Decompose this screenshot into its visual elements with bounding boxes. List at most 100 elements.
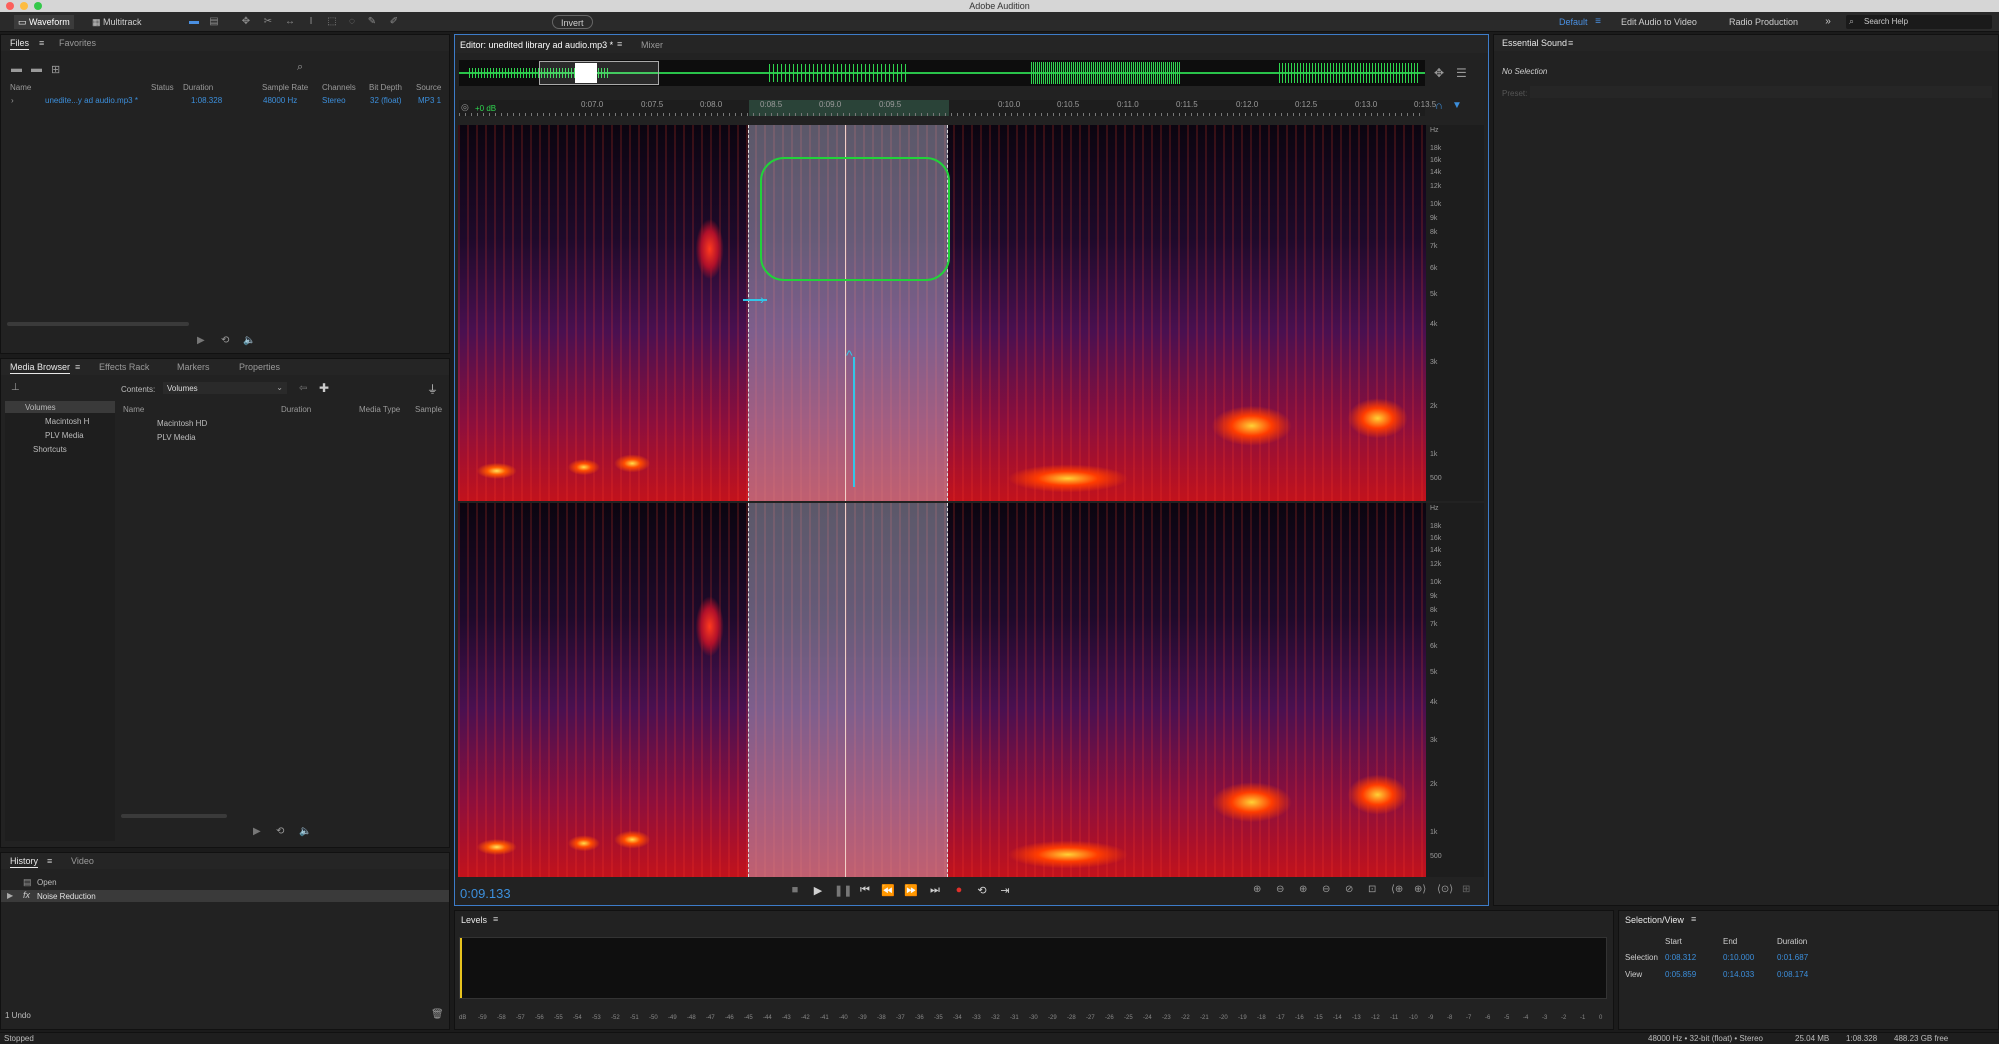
list-item[interactable]: Macintosh HD xyxy=(121,417,441,429)
invert-button[interactable]: Invert xyxy=(552,15,593,29)
stop-icon[interactable]: ■ xyxy=(788,884,802,896)
zoom-fit-icon[interactable]: ✥ xyxy=(1434,66,1444,80)
overview-options-icon[interactable]: ☰ xyxy=(1456,66,1467,80)
time-selection-tool-icon[interactable]: I xyxy=(305,16,317,28)
shortcut-icon[interactable]: ⊥ xyxy=(11,382,20,393)
multitrack-mode-button[interactable]: ▦ Multitrack xyxy=(88,15,146,29)
expand-chevron-icon[interactable]: › xyxy=(11,96,14,105)
tab-properties[interactable]: Properties xyxy=(239,361,280,373)
col-sample-rate[interactable]: Sample Rate xyxy=(262,83,308,92)
preset-dropdown[interactable] xyxy=(1530,86,1992,98)
history-item-noise-reduction[interactable]: ▶ fx Noise Reduction xyxy=(1,890,449,902)
selection-duration[interactable]: 0:01.687 xyxy=(1777,953,1808,962)
waveform-mode-button[interactable]: ▭ Waveform xyxy=(14,15,74,29)
zoom-in-amplitude-icon[interactable]: ⊕ xyxy=(1253,884,1261,895)
panel-menu-icon[interactable]: ≡ xyxy=(1691,914,1696,924)
skip-to-end-icon[interactable]: ⏭ xyxy=(928,884,942,897)
current-time[interactable]: 0:09.133 xyxy=(460,886,511,901)
panel-menu-icon[interactable]: ≡ xyxy=(617,38,622,50)
tree-item-volumes[interactable]: Volumes xyxy=(5,401,115,413)
tab-media-browser[interactable]: Media Browser xyxy=(10,361,71,374)
tab-favorites[interactable]: Favorites xyxy=(59,37,96,49)
fast-forward-icon[interactable]: ⏩ xyxy=(904,884,918,897)
col-sample[interactable]: Sample xyxy=(415,405,442,414)
auto-play-icon[interactable]: 🔈 xyxy=(243,335,255,346)
zoom-reset-icon[interactable]: ⊞ xyxy=(1462,884,1470,895)
loop-preview-icon[interactable]: ⟲ xyxy=(221,335,229,346)
tree-item-macintosh[interactable]: Macintosh H xyxy=(5,415,115,427)
col-media-type[interactable]: Media Type xyxy=(359,405,400,414)
new-file-icon[interactable]: ⊞ xyxy=(51,63,60,76)
snap-magnet-icon[interactable]: ∩ xyxy=(1435,100,1443,112)
spot-healing-tool-icon[interactable]: ✐ xyxy=(388,16,400,28)
minimize-window-icon[interactable] xyxy=(20,2,28,10)
spectral-selection[interactable] xyxy=(748,503,948,877)
workspace-radio-production[interactable]: Radio Production xyxy=(1725,15,1802,29)
volume-value[interactable]: +0 dB xyxy=(475,104,496,113)
brush-tool-icon[interactable]: ✎ xyxy=(366,16,378,28)
col-name[interactable]: Name xyxy=(123,405,144,414)
trash-icon[interactable]: 🗑 xyxy=(431,1009,444,1020)
razor-tool-icon[interactable]: ✂ xyxy=(262,16,274,28)
panel-menu-icon[interactable]: ≡ xyxy=(47,855,52,867)
open-file-icon[interactable]: ▬ xyxy=(11,63,22,75)
import-file-icon[interactable]: ▬ xyxy=(31,63,42,75)
col-channels[interactable]: Channels xyxy=(322,83,356,92)
panel-menu-icon[interactable]: ≡ xyxy=(1568,37,1573,49)
horizontal-scrollbar[interactable] xyxy=(7,322,189,326)
play-preview-icon[interactable]: ▶ xyxy=(253,826,261,837)
zoom-in-left-icon[interactable]: ⟨⊕ xyxy=(1391,884,1403,895)
history-item-open[interactable]: ▤ Open xyxy=(1,876,449,888)
zoom-frequency-icon[interactable]: ⟨⊙⟩ xyxy=(1437,884,1453,895)
contents-dropdown[interactable]: Volumes ⌄ xyxy=(163,382,287,394)
tab-files[interactable]: Files xyxy=(10,37,30,50)
col-bit-depth[interactable]: Bit Depth xyxy=(369,83,402,92)
search-icon[interactable]: ⌕ xyxy=(297,61,303,74)
overview-view-range[interactable] xyxy=(539,61,659,85)
marquee-tool-icon[interactable]: ⬚ xyxy=(326,16,338,28)
view-duration[interactable]: 0:08.174 xyxy=(1777,970,1808,979)
view-end[interactable]: 0:14.033 xyxy=(1723,970,1754,979)
record-icon[interactable]: ● xyxy=(952,884,966,896)
lasso-tool-icon[interactable]: ◌ xyxy=(346,16,358,28)
col-source[interactable]: Source xyxy=(416,83,441,92)
pause-icon[interactable]: ❚❚ xyxy=(834,884,852,897)
time-ruler[interactable]: ◎ +0 dB 0:07.0 0:07.5 0:08.0 0:08.5 0:09… xyxy=(459,100,1436,116)
tab-history[interactable]: History xyxy=(10,855,39,868)
more-workspaces-icon[interactable]: » xyxy=(1822,16,1834,28)
panel-menu-icon[interactable]: ≡ xyxy=(39,37,44,49)
tree-item-plv-media[interactable]: PLV Media xyxy=(5,429,115,441)
loop-preview-icon[interactable]: ⟲ xyxy=(276,826,284,837)
move-tool-icon[interactable]: ✥ xyxy=(240,16,252,28)
marker-icon[interactable]: ▼ xyxy=(1452,100,1462,111)
search-help-field[interactable]: ⌕ Search Help xyxy=(1846,15,1992,29)
view-start[interactable]: 0:05.859 xyxy=(1665,970,1696,979)
skip-selection-icon[interactable]: ⇥ xyxy=(998,884,1012,897)
tab-editor[interactable]: Editor: unedited library ad audio.mp3 * xyxy=(460,39,613,51)
workspace-menu-icon[interactable]: ≡ xyxy=(1592,16,1604,28)
tree-item-shortcuts[interactable]: Shortcuts xyxy=(5,443,115,455)
slip-tool-icon[interactable]: ↔ xyxy=(284,16,296,28)
play-icon[interactable]: ▶ xyxy=(811,884,825,897)
zoom-in-right-icon[interactable]: ⊕⟩ xyxy=(1414,884,1426,895)
list-item[interactable]: PLV Media xyxy=(121,431,441,443)
skip-to-start-icon[interactable]: ⏮ xyxy=(858,884,872,897)
playhead[interactable] xyxy=(845,503,846,877)
spectrogram-channel-left[interactable]: › ^ xyxy=(458,125,1426,501)
tab-essential-sound[interactable]: Essential Sound xyxy=(1502,37,1567,49)
selection-start[interactable]: 0:08.312 xyxy=(1665,953,1696,962)
col-status[interactable]: Status xyxy=(151,83,174,92)
workspace-edit-audio-to-video[interactable]: Edit Audio to Video xyxy=(1617,15,1701,29)
volume-knob-icon[interactable]: ◎ xyxy=(461,102,469,113)
zoom-out-time-icon[interactable]: ⊖ xyxy=(1322,884,1330,895)
rewind-icon[interactable]: ⏪ xyxy=(881,884,895,897)
overview-selection[interactable] xyxy=(575,63,597,83)
play-preview-icon[interactable]: ▶ xyxy=(197,335,205,346)
auto-play-icon[interactable]: 🔈 xyxy=(299,826,311,837)
selection-end[interactable]: 0:10.000 xyxy=(1723,953,1754,962)
add-shortcut-icon[interactable]: ✚ xyxy=(319,381,329,395)
tab-effects-rack[interactable]: Effects Rack xyxy=(99,361,149,373)
col-name[interactable]: Name xyxy=(10,83,31,92)
col-duration[interactable]: Duration xyxy=(183,83,213,92)
panel-menu-icon[interactable]: ≡ xyxy=(493,914,498,924)
